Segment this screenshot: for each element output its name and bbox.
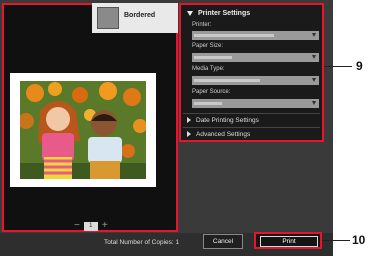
callout-line (322, 240, 350, 241)
divider (183, 113, 320, 114)
printer-label: Printer: (192, 22, 212, 28)
prev-page-button[interactable]: − (74, 221, 80, 231)
total-copies-text: Total Number of Copies: 1 (104, 239, 180, 246)
divider (183, 127, 320, 128)
paper-size-select[interactable] (192, 53, 319, 62)
print-button[interactable]: Print (260, 236, 318, 247)
callout-10: 10 (352, 233, 366, 247)
chevron-down-icon (312, 78, 316, 82)
paper-size-label: Paper Size: (192, 43, 224, 49)
collapsed-triangle-icon (187, 131, 191, 138)
printer-settings-panel: Printer Settings Printer: Paper Size: Me… (179, 3, 324, 142)
bordered-label: Bordered (124, 12, 156, 19)
callout-9: 9 (356, 59, 363, 73)
page-navigator: − 1 + (74, 220, 108, 232)
preview-panel: − 1 + (2, 3, 178, 232)
paper-source-select[interactable] (192, 99, 319, 108)
photo-image (20, 81, 146, 179)
chevron-down-icon (312, 55, 316, 59)
media-type-select[interactable] (192, 76, 319, 85)
advanced-settings-toggle[interactable]: Advanced Settings (187, 131, 250, 138)
media-type-label: Media Type: (192, 66, 225, 72)
date-printing-settings-label: Date Printing Settings (196, 117, 259, 124)
printer-select[interactable] (192, 31, 319, 40)
print-button-highlight: Print (254, 232, 322, 249)
date-printing-settings-toggle[interactable]: Date Printing Settings (187, 117, 259, 124)
collapsed-triangle-icon (187, 117, 191, 124)
advanced-settings-label: Advanced Settings (196, 131, 251, 138)
layout-bordered-tab[interactable]: Bordered (92, 3, 178, 33)
chevron-down-icon (312, 101, 316, 105)
bordered-thumbnail-icon (97, 7, 119, 29)
printer-settings-title: Printer Settings (198, 10, 251, 17)
paper-source-label: Paper Source: (192, 89, 231, 95)
chevron-down-icon (312, 33, 316, 37)
printer-settings-header[interactable]: Printer Settings (187, 10, 250, 17)
page-number: 1 (83, 221, 98, 231)
cancel-button[interactable]: Cancel (203, 234, 243, 249)
photo-preview[interactable] (10, 73, 156, 187)
callout-line (324, 66, 352, 67)
next-page-button[interactable]: + (102, 221, 108, 231)
expanded-triangle-icon (187, 10, 193, 16)
